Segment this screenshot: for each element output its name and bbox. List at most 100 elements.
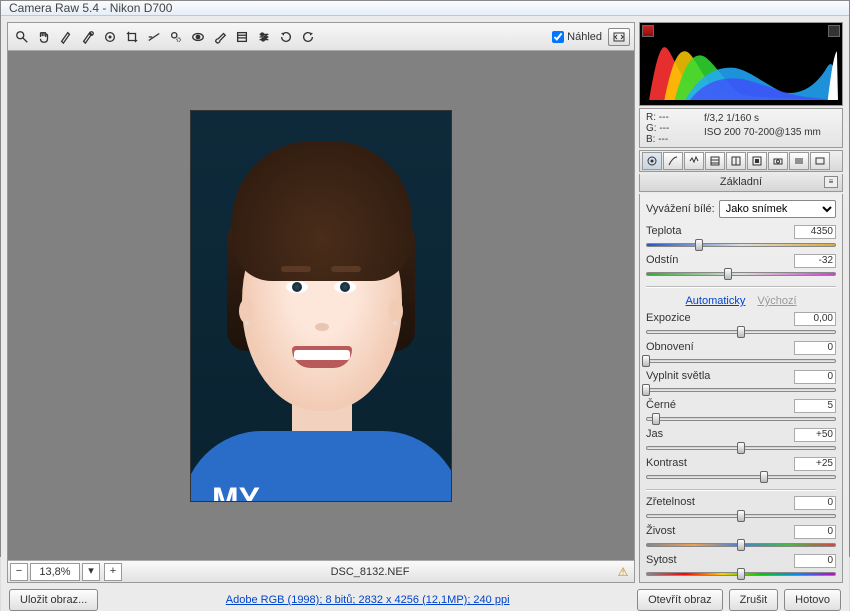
tab-presets[interactable] <box>789 152 809 170</box>
highlight-clip-icon[interactable] <box>828 25 840 37</box>
slider-thumb-zivost[interactable] <box>737 539 745 551</box>
slider-value-teplota[interactable]: 4350 <box>794 225 836 239</box>
slider-value-kontrast[interactable]: +25 <box>794 457 836 471</box>
slider-value-expozice[interactable]: 0,00 <box>794 312 836 326</box>
tab-curve[interactable] <box>663 152 683 170</box>
slider-vyplnit: Vyplnit světla 0 <box>646 370 836 395</box>
camera-info: f/3,2 1/160 sISO 200 70-200@135 mm <box>696 112 836 144</box>
save-image-button[interactable]: Uložit obraz... <box>9 589 98 611</box>
open-image-button[interactable]: Otevřít obraz <box>637 589 723 611</box>
rgb-readout: R: ---G: ---B: --- <box>646 112 696 144</box>
slider-thumb-jas[interactable] <box>737 442 745 454</box>
workflow-link[interactable]: Adobe RGB (1998); 8 bitů; 2832 x 4256 (1… <box>104 594 631 606</box>
slider-label: Živost <box>646 525 675 539</box>
slider-value-jas[interactable]: +50 <box>794 428 836 442</box>
slider-track-zretel[interactable] <box>646 511 836 521</box>
slider-track-vyplnit[interactable] <box>646 385 836 395</box>
zoom-out-button[interactable]: − <box>10 563 28 581</box>
panel-title: Základní ≡ <box>639 174 843 192</box>
titlebar: Camera Raw 5.4 - Nikon D700 <box>1 1 849 16</box>
camera-raw-window: Camera Raw 5.4 - Nikon D700 <box>0 0 850 557</box>
tab-snapshots[interactable] <box>810 152 830 170</box>
wb-select[interactable]: Jako snímek <box>719 200 836 218</box>
color-sampler-tool-icon[interactable] <box>78 27 98 47</box>
wb-label: Vyvážení bílé: <box>646 203 715 215</box>
preferences-tool-icon[interactable] <box>254 27 274 47</box>
preview-checkbox[interactable] <box>552 31 564 43</box>
tab-basic[interactable] <box>642 152 662 170</box>
slider-value-obnoveni[interactable]: 0 <box>794 341 836 355</box>
slider-thumb-cerne[interactable] <box>652 413 660 425</box>
white-balance-row: Vyvážení bílé: Jako snímek <box>646 200 836 218</box>
panel-menu-button[interactable]: ≡ <box>824 176 838 188</box>
slider-value-odstin[interactable]: -32 <box>794 254 836 268</box>
slider-label: Teplota <box>646 225 681 239</box>
slider-track-obnoveni[interactable] <box>646 356 836 366</box>
photo-preview: MY <box>190 110 452 502</box>
shadow-clip-icon[interactable] <box>642 25 654 37</box>
slider-thumb-sytost[interactable] <box>737 568 745 580</box>
slider-value-zretel[interactable]: 0 <box>794 496 836 510</box>
zoom-in-button[interactable]: + <box>104 563 122 581</box>
slider-label: Obnovení <box>646 341 694 355</box>
slider-track-cerne[interactable] <box>646 414 836 424</box>
auto-link[interactable]: Automaticky <box>685 295 745 307</box>
slider-value-cerne[interactable]: 5 <box>794 399 836 413</box>
preview-area[interactable]: MY <box>8 51 634 560</box>
slider-teplota: Teplota 4350 <box>646 225 836 250</box>
white-balance-tool-icon[interactable] <box>56 27 76 47</box>
slider-label: Černé <box>646 399 676 413</box>
redeye-tool-icon[interactable] <box>188 27 208 47</box>
graduated-filter-tool-icon[interactable] <box>232 27 252 47</box>
histogram <box>639 22 843 106</box>
tab-strip <box>639 150 843 172</box>
crop-tool-icon[interactable] <box>122 27 142 47</box>
slider-track-teplota[interactable] <box>646 240 836 250</box>
slider-thumb-kontrast[interactable] <box>760 471 768 483</box>
slider-track-odstin[interactable] <box>646 269 836 279</box>
slider-thumb-teplota[interactable] <box>695 239 703 251</box>
tab-detail[interactable] <box>684 152 704 170</box>
slider-zivost: Živost 0 <box>646 525 836 550</box>
slider-track-kontrast[interactable] <box>646 472 836 482</box>
slider-track-jas[interactable] <box>646 443 836 453</box>
slider-track-zivost[interactable] <box>646 540 836 550</box>
slider-sytost: Sytost 0 <box>646 554 836 579</box>
warning-icon: ⚠ <box>616 565 630 579</box>
slider-thumb-expozice[interactable] <box>737 326 745 338</box>
slider-value-zivost[interactable]: 0 <box>794 525 836 539</box>
slider-value-vyplnit[interactable]: 0 <box>794 370 836 384</box>
straighten-tool-icon[interactable] <box>144 27 164 47</box>
slider-label: Sytost <box>646 554 677 568</box>
fullscreen-button[interactable] <box>608 28 630 46</box>
tab-hsl[interactable] <box>705 152 725 170</box>
tab-camera[interactable] <box>768 152 788 170</box>
zoom-row: − 13,8% ▾ + DSC_8132.NEF ⚠ <box>8 560 634 582</box>
rotate-ccw-icon[interactable] <box>276 27 296 47</box>
zoom-value[interactable]: 13,8% <box>30 563 80 581</box>
right-pane: R: ---G: ---B: --- f/3,2 1/160 sISO 200 … <box>639 22 843 583</box>
zoom-dropdown-button[interactable]: ▾ <box>82 563 100 581</box>
slider-thumb-odstin[interactable] <box>724 268 732 280</box>
slider-track-expozice[interactable] <box>646 327 836 337</box>
tab-lens[interactable] <box>747 152 767 170</box>
hand-tool-icon[interactable] <box>34 27 54 47</box>
slider-jas: Jas +50 <box>646 428 836 453</box>
zoom-tool-icon[interactable] <box>12 27 32 47</box>
slider-track-sytost[interactable] <box>646 569 836 579</box>
slider-thumb-vyplnit[interactable] <box>642 384 650 396</box>
slider-value-sytost[interactable]: 0 <box>794 554 836 568</box>
tab-split[interactable] <box>726 152 746 170</box>
default-link[interactable]: Výchozí <box>757 295 796 307</box>
slider-label: Vyplnit světla <box>646 370 710 384</box>
rotate-cw-icon[interactable] <box>298 27 318 47</box>
target-adjust-tool-icon[interactable] <box>100 27 120 47</box>
slider-thumb-obnoveni[interactable] <box>642 355 650 367</box>
preview-toggle[interactable]: Náhled <box>552 31 602 43</box>
slider-label: Jas <box>646 428 663 442</box>
adjustment-brush-tool-icon[interactable] <box>210 27 230 47</box>
slider-thumb-zretel[interactable] <box>737 510 745 522</box>
spot-removal-tool-icon[interactable] <box>166 27 186 47</box>
cancel-button[interactable]: Zrušit <box>729 589 779 611</box>
done-button[interactable]: Hotovo <box>784 589 841 611</box>
